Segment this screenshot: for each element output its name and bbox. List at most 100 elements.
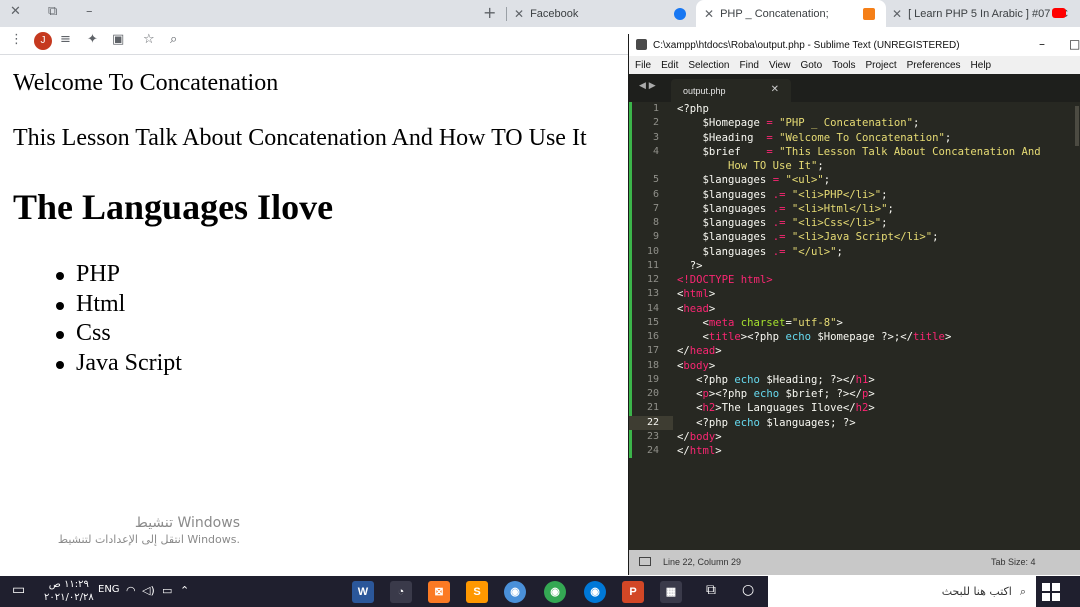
tab-label: Facebook <box>530 7 579 20</box>
notification-icon[interactable]: ▭ <box>12 582 25 598</box>
code-line: <?php echo $Heading; ?></h1> <box>696 373 875 386</box>
menu-find[interactable]: Find <box>740 60 759 71</box>
taskbar-search-box[interactable]: اكتب هنا للبحث ⌕ <box>768 576 1036 607</box>
languages-heading: The Languages Ilove <box>13 187 334 227</box>
maximize-window-icon[interactable]: □ <box>1069 37 1080 51</box>
extensions-puzzle-icon[interactable]: ✦ <box>87 32 98 47</box>
clock[interactable]: ١١:٢٩ ص ٢٠٢١/٠٢/٢٨ <box>44 578 94 604</box>
tab-size[interactable]: Tab Size: 4 <box>991 557 1036 567</box>
task-view-icon[interactable]: ⧉ <box>706 582 716 598</box>
close-window-icon[interactable]: ✕ <box>10 4 21 19</box>
clock-date: ٢٠٢١/٠٢/٢٨ <box>44 592 94 603</box>
line-number: 19 <box>646 373 659 385</box>
code-line: $languages .= "<li>Html</li>"; <box>702 202 894 215</box>
code-line: How TO Use It"; <box>728 160 824 172</box>
watermark-title: تنشيط Windows <box>134 515 240 531</box>
minimize-window-icon[interactable]: – <box>86 4 93 19</box>
menu-selection[interactable]: Selection <box>688 60 729 71</box>
profile-avatar[interactable]: J <box>34 32 52 50</box>
menu-project[interactable]: Project <box>866 60 897 71</box>
menu-file[interactable]: File <box>635 60 651 71</box>
clock-time: ١١:٢٩ ص <box>48 579 89 590</box>
windows-start-icon[interactable] <box>1042 583 1060 601</box>
code-editor[interactable]: 1 2 3 4 5 6 7 8 9 10 11 12 13 14 15 16 1… <box>629 102 1080 550</box>
code-line: $languages .= "</ul>"; <box>702 245 843 258</box>
page-paragraph: This Lesson Talk About Concatenation And… <box>13 125 587 151</box>
line-number: 14 <box>646 302 659 314</box>
list-item: Css <box>56 319 182 349</box>
browser-app-icon[interactable]: ◉ <box>504 581 526 603</box>
calculator-app-icon[interactable]: ▦ <box>660 581 682 603</box>
sublime-tab-bar: ◀ ▶ output.php ✕ <box>629 74 1080 102</box>
menu-view[interactable]: View <box>769 60 791 71</box>
restore-window-icon[interactable]: ⧉ <box>48 4 57 19</box>
show-hidden-icons-chevron-up-icon[interactable]: ⌃ <box>180 584 189 597</box>
tab-separator <box>506 7 507 21</box>
extension-icon[interactable]: ▣ <box>112 32 124 47</box>
languages-list: PHP Html Css Java Script <box>56 260 182 379</box>
line-number: 1 <box>652 103 659 114</box>
code-line: <html> <box>677 288 716 301</box>
tab-close-icon[interactable]: ✕ <box>704 7 714 21</box>
code-line: <?php <box>677 103 709 115</box>
xampp-app-icon[interactable]: ⊠ <box>428 581 450 603</box>
menu-tools[interactable]: Tools <box>832 60 855 71</box>
menu-preferences[interactable]: Preferences <box>907 60 961 71</box>
edge-app-icon[interactable]: ◉ <box>584 581 606 603</box>
tab-close-icon[interactable]: ✕ <box>892 7 902 21</box>
page-heading: Welcome To Concatenation <box>13 70 279 96</box>
cortana-circle-icon[interactable]: ○ <box>742 582 754 598</box>
tab-nav-arrows-icon[interactable]: ◀ ▶ <box>639 81 656 91</box>
sublime-app-icon <box>636 39 647 50</box>
new-tab-button[interactable]: + <box>483 3 496 22</box>
sublime-status-bar: Line 22, Column 29 Tab Size: 4 <box>629 550 1080 575</box>
tab-output-php[interactable]: output.php ✕ <box>671 79 791 102</box>
input-language[interactable]: ENG <box>98 584 120 595</box>
line-number: 6 <box>652 188 659 200</box>
code-line: </body> <box>677 430 722 443</box>
line-number: 15 <box>646 316 659 328</box>
word-app-icon[interactable]: W <box>352 581 374 603</box>
code-line: </head> <box>677 345 722 358</box>
sublime-title: C:\xampp\htdocs\Roba\output.php - Sublim… <box>653 39 960 51</box>
battery-icon[interactable]: ▭ <box>162 584 172 597</box>
line-number: 4 <box>652 145 659 157</box>
code-lines: <?php $Homepage = "PHP _ Concatenation";… <box>677 102 1077 458</box>
panel-toggle-icon[interactable] <box>639 557 651 566</box>
tab-close-icon[interactable]: ✕ <box>771 84 779 95</box>
sublime-text-window: C:\xampp\htdocs\Roba\output.php - Sublim… <box>628 34 1080 575</box>
bookmark-star-icon[interactable]: ☆ <box>143 32 155 47</box>
kebab-menu-icon[interactable]: ⋮ <box>10 32 23 47</box>
code-line: ?> <box>689 259 703 272</box>
reading-list-icon[interactable]: ≡ <box>60 32 71 47</box>
volume-icon[interactable]: ◁) <box>142 584 155 597</box>
menu-edit[interactable]: Edit <box>661 60 678 71</box>
menu-help[interactable]: Help <box>971 60 992 71</box>
app-icon[interactable]: ◔ <box>390 581 412 603</box>
line-number: 21 <box>646 402 659 414</box>
youtube-favicon-icon <box>1052 8 1066 18</box>
network-icon[interactable]: ◠ <box>126 584 136 597</box>
menu-goto[interactable]: Goto <box>800 60 822 71</box>
line-number: 16 <box>646 331 659 342</box>
chrome-app-icon[interactable]: ◉ <box>544 581 566 603</box>
code-line: <head> <box>677 302 716 315</box>
zoom-search-icon[interactable]: ⌕ <box>170 32 177 47</box>
minimize-window-icon[interactable]: – <box>1039 37 1045 51</box>
list-item: Java Script <box>56 349 182 379</box>
minimap[interactable] <box>1075 106 1079 146</box>
watermark-subtitle: انتقل إلى الإعدادات لتنشيط Windows. <box>57 533 240 546</box>
sublime-app-icon[interactable]: S <box>466 581 488 603</box>
tab-label: PHP _ Concatenation; <box>720 7 829 20</box>
tab-close-icon[interactable]: ✕ <box>514 7 524 21</box>
line-number: 17 <box>646 345 659 357</box>
line-number: 20 <box>646 388 659 399</box>
tab-facebook[interactable]: ✕ Facebook <box>514 0 694 27</box>
tab-php-concatenation[interactable]: ✕ PHP _ Concatenation; <box>696 0 886 27</box>
powerpoint-app-icon[interactable]: P <box>622 581 644 603</box>
windows-activation-watermark: تنشيط Windows انتقل إلى الإعدادات لتنشيط… <box>40 515 240 546</box>
code-line: </html> <box>677 445 722 457</box>
code-line: <body> <box>677 359 716 372</box>
cursor-position: Line 22, Column 29 <box>663 557 742 567</box>
windows-taskbar: ▭ ١١:٢٩ ص ٢٠٢١/٠٢/٢٨ ENG ◠ ◁) ▭ ⌃ W ◔ ⊠ … <box>0 576 1080 607</box>
